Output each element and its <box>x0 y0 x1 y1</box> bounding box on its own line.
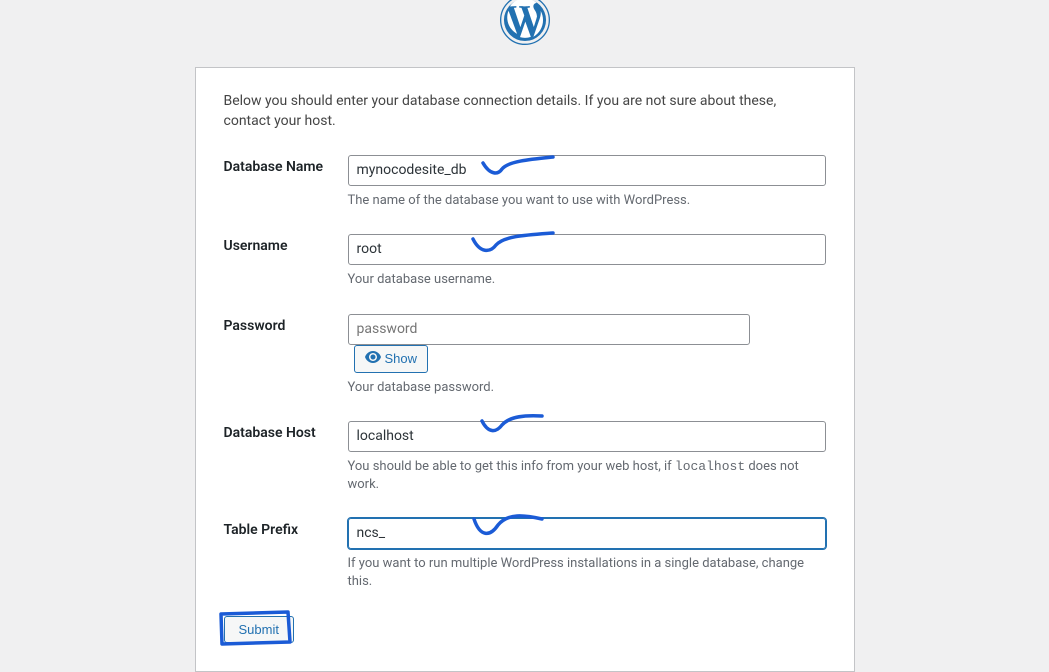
wordpress-logo-icon <box>487 0 563 49</box>
row-dbname: Database Name The name of the database y… <box>224 155 826 210</box>
submit-wrap: Submit <box>224 616 294 643</box>
input-prefix[interactable] <box>348 518 826 549</box>
show-password-button[interactable]: Show <box>354 345 429 373</box>
label-dbname: Database Name <box>224 155 348 175</box>
label-dbhost: Database Host <box>224 421 348 441</box>
label-prefix: Table Prefix <box>224 518 348 538</box>
label-password: Password <box>224 314 348 334</box>
row-password: Password Show Your database password. <box>224 314 826 397</box>
help-dbhost: You should be able to get this info from… <box>348 458 826 494</box>
row-dbhost: Database Host You should be able to get … <box>224 421 826 494</box>
help-dbname: The name of the database you want to use… <box>348 192 826 210</box>
submit-button[interactable]: Submit <box>224 616 294 643</box>
input-dbhost[interactable] <box>348 421 826 452</box>
input-username[interactable] <box>348 234 826 265</box>
input-dbname[interactable] <box>348 155 826 186</box>
logo-container <box>0 0 1049 49</box>
help-username: Your database username. <box>348 271 826 289</box>
input-password[interactable] <box>348 314 750 345</box>
show-password-label: Show <box>385 351 418 366</box>
help-password: Your database password. <box>348 379 826 397</box>
row-prefix: Table Prefix If you want to run multiple… <box>224 518 826 591</box>
label-username: Username <box>224 234 348 254</box>
help-prefix: If you want to run multiple WordPress in… <box>348 555 826 591</box>
intro-text: Below you should enter your database con… <box>224 92 826 131</box>
setup-card: Below you should enter your database con… <box>195 67 855 672</box>
eye-icon <box>365 351 381 366</box>
row-username: Username Your database username. <box>224 234 826 289</box>
